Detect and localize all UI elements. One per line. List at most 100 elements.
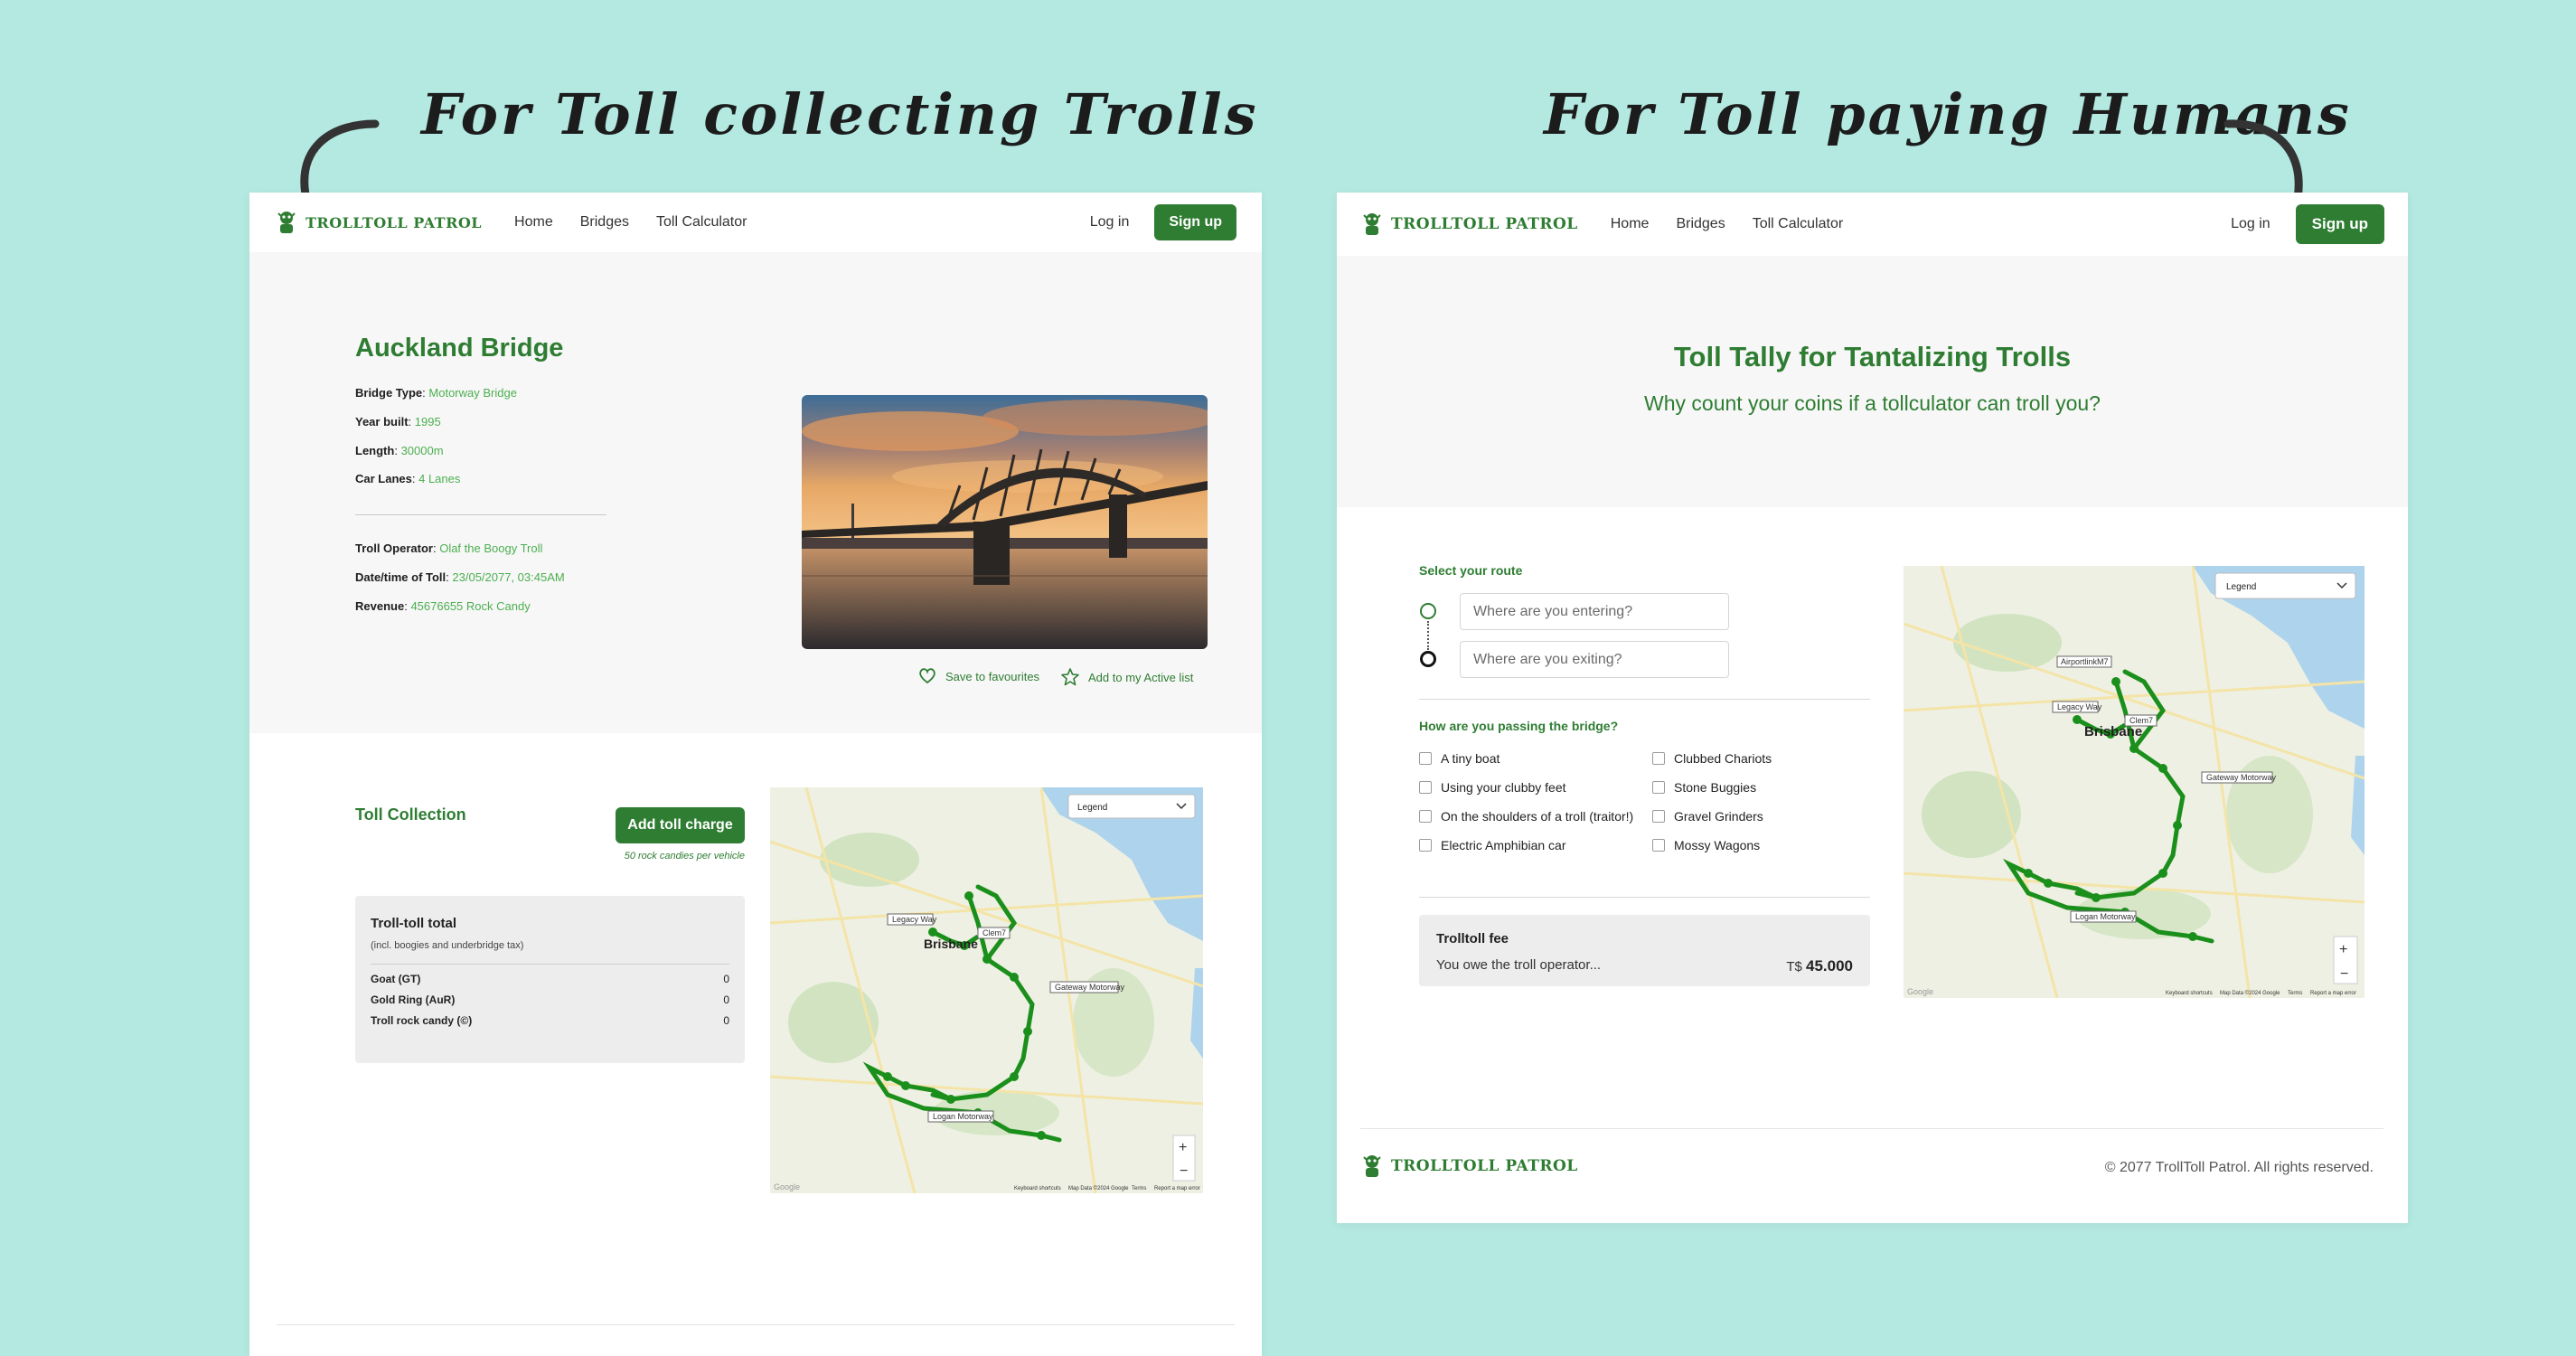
entry-input[interactable]: [1460, 593, 1729, 630]
troll-logo-icon: [1363, 1155, 1381, 1177]
fee-title: Trolltoll fee: [1436, 931, 1509, 946]
exit-dot-icon: [1420, 651, 1436, 667]
entry-dot-icon: [1420, 603, 1436, 619]
zoom-in-button[interactable]: +: [2339, 942, 2347, 957]
bridge-photo: [802, 395, 1208, 649]
map-label-city: Brisbane: [2084, 724, 2142, 739]
toll-note: 50 rock candies per vehicle: [624, 851, 745, 862]
copyright: © 2077 TrollToll Patrol. All rights rese…: [2104, 1160, 2374, 1175]
map-label-city: Brisbane: [924, 937, 978, 951]
option-gravel-grinders[interactable]: Gravel Grinders: [1652, 809, 1763, 824]
calculator-hero: Toll Tally for Tantalizing Trolls Why co…: [1337, 256, 2408, 507]
logo-text: TrollToll Patrol: [306, 213, 483, 231]
map-terms[interactable]: Terms: [1132, 1186, 1146, 1191]
footer-logo[interactable]: TrollToll Patrol: [1362, 1154, 1578, 1179]
star-icon: [1061, 668, 1079, 686]
map-report[interactable]: Report a map error: [1154, 1186, 1200, 1191]
troll-operator: Troll Operator: Olaf the Boogy Troll: [355, 541, 543, 555]
legend-label: Legend: [2226, 582, 2256, 592]
nav-toll-calculator[interactable]: Toll Calculator: [1753, 216, 1843, 232]
route-map[interactable]: Legacy Way Clem7 Gateway Motorway Logan …: [770, 787, 1203, 1193]
checkbox[interactable]: [1652, 839, 1665, 852]
checkbox[interactable]: [1419, 839, 1432, 852]
map-shortcuts[interactable]: Keyboard shortcuts: [1014, 1186, 1061, 1191]
map-label-legacy-way: Legacy Way: [2057, 702, 2102, 711]
checkbox[interactable]: [1419, 810, 1432, 823]
year-built: Year built: 1995: [355, 415, 441, 428]
map-label-logan: Logan Motorway: [933, 1112, 993, 1121]
passing-label: How are you passing the bridge?: [1419, 719, 1619, 733]
option-tiny-boat[interactable]: A tiny boat: [1419, 751, 1500, 766]
google-mark: Google: [1907, 987, 1933, 996]
checkbox[interactable]: [1652, 781, 1665, 794]
total-row-rock-candy: Troll rock candy (©) 0: [371, 1014, 729, 1027]
divider: [371, 964, 729, 965]
divider: [355, 514, 606, 515]
zoom-out-button[interactable]: −: [2340, 966, 2348, 982]
footer-divider: [277, 1324, 1235, 1325]
nav-home[interactable]: Home: [1611, 216, 1650, 232]
divider: [1419, 897, 1870, 898]
login-link[interactable]: Log in: [2231, 216, 2270, 232]
logo-text: TrollToll Patrol: [1391, 215, 1578, 233]
page-subtitle: Why count your coins if a tollculator ca…: [1644, 391, 2101, 415]
map-data: Map Data ©2024 Google: [1068, 1185, 1129, 1191]
bridge-title: Auckland Bridge: [355, 334, 564, 363]
total-title: Troll-toll total: [371, 916, 456, 931]
top-nav: TrollToll Patrol Home Bridges Toll Calcu…: [1337, 193, 2408, 256]
total-row-goat: Goat (GT) 0: [371, 973, 729, 985]
troll-logo-icon: [1363, 213, 1381, 235]
revenue: Revenue: 45676655 Rock Candy: [355, 599, 531, 613]
logo-text: TrollToll Patrol: [1391, 1157, 1578, 1175]
map-shortcuts[interactable]: Keyboard shortcuts: [2166, 991, 2213, 996]
route-connector: [1427, 621, 1429, 650]
option-clubby-feet[interactable]: Using your clubby feet: [1419, 780, 1566, 795]
exit-input[interactable]: [1460, 641, 1729, 678]
checkbox[interactable]: [1419, 752, 1432, 765]
checkbox[interactable]: [1652, 810, 1665, 823]
fee-text: You owe the troll operator...: [1436, 957, 1602, 973]
checkbox[interactable]: [1652, 752, 1665, 765]
add-toll-charge-button[interactable]: Add toll charge: [616, 807, 745, 843]
legend-label: Legend: [1077, 803, 1107, 813]
option-amphibian-car[interactable]: Electric Amphibian car: [1419, 838, 1566, 852]
route-map[interactable]: AirportlinkM7 Legacy Way Clem7 Gateway M…: [1904, 566, 2364, 998]
signup-button[interactable]: Sign up: [1154, 204, 1236, 240]
top-nav: TrollToll Patrol Home Bridges Toll Calcu…: [249, 193, 1262, 252]
map-report[interactable]: Report a map error: [2310, 991, 2356, 996]
option-mossy-wagons[interactable]: Mossy Wagons: [1652, 838, 1760, 852]
bridge-detail-window: TrollToll Patrol Home Bridges Toll Calcu…: [249, 193, 1262, 1356]
divider: [1419, 699, 1870, 700]
option-shoulders[interactable]: On the shoulders of a troll (traitor!): [1419, 809, 1633, 824]
map-label-gateway: Gateway Motorway: [1055, 983, 1125, 992]
save-favourites[interactable]: Save to favourites: [918, 668, 1039, 684]
nav-bridges[interactable]: Bridges: [580, 214, 629, 231]
total-subtitle: (incl. boogies and underbridge tax): [371, 940, 524, 951]
troll-toll-total-card: Troll-toll total (incl. boogies and unde…: [355, 896, 745, 1063]
google-mark: Google: [774, 1182, 800, 1191]
map-label-airportlink: AirportlinkM7: [2061, 657, 2109, 666]
map-label-legacy-way: Legacy Way: [892, 915, 937, 924]
checkbox[interactable]: [1419, 781, 1432, 794]
logo[interactable]: TrollToll Patrol: [277, 210, 482, 235]
nav-bridges[interactable]: Bridges: [1676, 216, 1725, 232]
toll-datetime: Date/time of Toll: 23/05/2077, 03:45AM: [355, 570, 565, 584]
page-title: Toll Tally for Tantalizing Trolls: [1673, 341, 2072, 372]
nav-home[interactable]: Home: [514, 214, 553, 231]
signup-button[interactable]: Sign up: [2295, 204, 2384, 244]
add-active-list[interactable]: Add to my Active list: [1061, 668, 1193, 686]
nav-toll-calculator[interactable]: Toll Calculator: [656, 214, 747, 231]
car-lanes: Car Lanes: 4 Lanes: [355, 472, 461, 485]
logo[interactable]: TrollToll Patrol: [1362, 212, 1578, 237]
option-clubbed-chariots[interactable]: Clubbed Chariots: [1652, 751, 1772, 766]
route-label: Select your route: [1419, 563, 1523, 578]
login-link[interactable]: Log in: [1090, 214, 1130, 231]
map-label-clem7: Clem7: [982, 928, 1006, 937]
option-stone-buggies[interactable]: Stone Buggies: [1652, 780, 1756, 795]
zoom-out-button[interactable]: −: [1180, 1163, 1188, 1179]
zoom-in-button[interactable]: +: [1179, 1140, 1187, 1155]
map-terms[interactable]: Terms: [2288, 991, 2302, 996]
fee-amount: T$ 45.000: [1786, 957, 1853, 975]
troll-logo-icon: [277, 212, 296, 233]
bridge-type: Bridge Type: Motorway Bridge: [355, 386, 517, 400]
